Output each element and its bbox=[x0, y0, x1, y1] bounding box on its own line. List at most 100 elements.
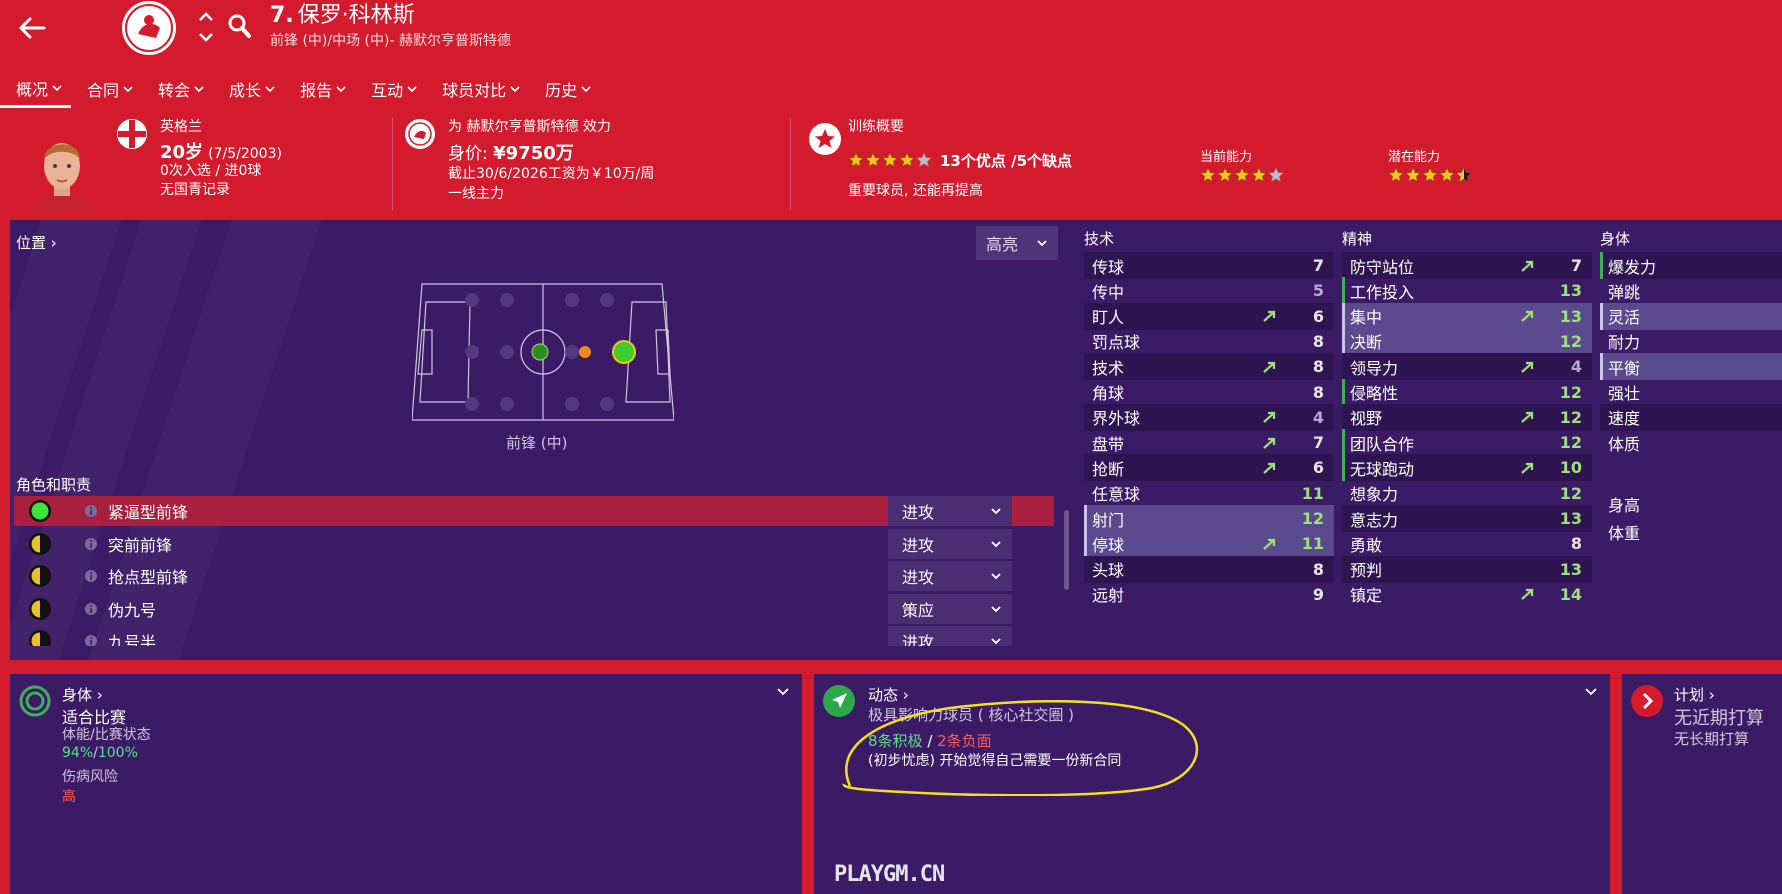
role-row[interactable]: 抢点型前锋 进攻 bbox=[14, 561, 1054, 591]
attribute-row[interactable]: 防守站位 7 bbox=[1342, 252, 1592, 279]
duty-dropdown[interactable]: 进攻 bbox=[888, 528, 1012, 559]
tab-history[interactable]: 历史 bbox=[529, 70, 600, 108]
info-icon[interactable] bbox=[84, 504, 98, 518]
attribute-name: 灵活 bbox=[1608, 308, 1641, 328]
role-row[interactable]: 紧逼型前锋 进攻 bbox=[14, 496, 1054, 526]
attribute-row[interactable]: 任意球 11 bbox=[1084, 480, 1334, 507]
attribute-row[interactable]: 领导力 4 bbox=[1342, 353, 1592, 381]
attribute-row[interactable]: 抢断 6 bbox=[1084, 454, 1334, 482]
injury-risk-value: 高 bbox=[62, 789, 76, 805]
attribute-row[interactable]: 传中 5 bbox=[1084, 277, 1334, 304]
highlight-dropdown[interactable]: 高亮 bbox=[976, 226, 1058, 260]
attribute-row[interactable]: 镇定 14 bbox=[1342, 581, 1592, 608]
tab-reports[interactable]: 报告 bbox=[284, 70, 355, 108]
injury-risk-label: 伤病风险 bbox=[62, 769, 118, 785]
attribute-name: 工作投入 bbox=[1350, 282, 1415, 302]
attribute-row[interactable]: 盯人 6 bbox=[1084, 302, 1334, 330]
attribute-value: 4 bbox=[1570, 357, 1582, 377]
attribute-row[interactable]: 耐力 bbox=[1600, 328, 1782, 355]
divider bbox=[392, 118, 393, 210]
star-icon bbox=[1217, 167, 1233, 183]
nation-text: 英格兰 bbox=[160, 119, 202, 135]
attribute-row[interactable]: 停球 11 bbox=[1084, 530, 1334, 558]
training-stats-text: 13个优点 /5个缺点 bbox=[940, 152, 1073, 170]
chevron-down-icon[interactable] bbox=[1584, 684, 1598, 698]
info-icon[interactable] bbox=[84, 634, 98, 646]
attribute-row[interactable]: 团队合作 12 bbox=[1342, 429, 1592, 456]
attribute-row[interactable]: 侵略性 12 bbox=[1342, 379, 1592, 406]
info-icon[interactable] bbox=[84, 602, 98, 616]
attribute-row[interactable]: 传球 7 bbox=[1084, 252, 1334, 279]
attribute-row[interactable]: 工作投入 13 bbox=[1342, 277, 1592, 304]
attribute-value: 11 bbox=[1301, 534, 1324, 554]
attribute-name: 视野 bbox=[1350, 409, 1383, 429]
tab-interaction[interactable]: 互动 bbox=[355, 70, 426, 108]
attribute-name: 镇定 bbox=[1350, 586, 1383, 606]
attribute-row[interactable]: 灵活 bbox=[1600, 302, 1782, 330]
plans-long-term: 无长期打算 bbox=[1674, 730, 1750, 748]
tab-development[interactable]: 成长 bbox=[213, 70, 284, 108]
role-row[interactable]: 突前前锋 进攻 bbox=[14, 528, 1054, 559]
attribute-row[interactable]: 头球 8 bbox=[1084, 555, 1334, 583]
attribute-row[interactable]: 决断 12 bbox=[1342, 327, 1592, 355]
search-icon[interactable] bbox=[226, 12, 252, 40]
attribute-row[interactable]: 远射 9 bbox=[1084, 581, 1334, 608]
tab-bar: 概况 合同 转会 成长 报告 互动 球员对比 历史 bbox=[0, 70, 600, 108]
info-icon[interactable] bbox=[84, 537, 98, 551]
chevron-down-icon[interactable] bbox=[776, 684, 790, 698]
attribute-row[interactable]: 视野 12 bbox=[1342, 403, 1592, 431]
attribute-row[interactable]: 强壮 bbox=[1600, 379, 1782, 406]
attribute-row[interactable]: 体质 bbox=[1600, 429, 1782, 456]
attribute-value: 12 bbox=[1559, 483, 1582, 503]
duty-dropdown[interactable]: 进攻 bbox=[888, 561, 1012, 591]
pitch-diagram bbox=[412, 282, 674, 422]
position-header[interactable]: 位置 › bbox=[16, 232, 57, 253]
attribute-row[interactable]: 想象力 12 bbox=[1342, 480, 1592, 507]
attribute-row[interactable]: 无球跑动 10 bbox=[1342, 454, 1592, 482]
attribute-value: 8 bbox=[1312, 331, 1324, 351]
attribute-row[interactable]: 集中 13 bbox=[1342, 302, 1592, 330]
tab-contract[interactable]: 合同 bbox=[71, 70, 142, 108]
attribute-row[interactable]: 预判 13 bbox=[1342, 555, 1592, 583]
attribute-row[interactable]: 勇敢 8 bbox=[1342, 530, 1592, 557]
attribute-row[interactable]: 爆发力 bbox=[1600, 252, 1782, 279]
tab-overview[interactable]: 概况 bbox=[0, 70, 72, 108]
attribute-value: 5 bbox=[1312, 281, 1324, 301]
attribute-row[interactable]: 弹跳 bbox=[1600, 277, 1782, 304]
role-suitability-icon bbox=[29, 500, 51, 522]
attribute-row[interactable]: 技术 8 bbox=[1084, 353, 1334, 381]
attribute-name: 射门 bbox=[1092, 510, 1125, 530]
attribute-name: 预判 bbox=[1350, 561, 1383, 581]
contract-text: 截止30/6/2026工资为￥10万/周 bbox=[448, 166, 655, 182]
attribute-value: 10 bbox=[1559, 458, 1582, 478]
fitness-title[interactable]: 身体 › bbox=[62, 684, 103, 705]
attribute-row[interactable]: 平衡 bbox=[1600, 353, 1782, 381]
attribute-row[interactable]: 界外球 4 bbox=[1084, 403, 1334, 431]
back-arrow-icon[interactable] bbox=[14, 10, 50, 46]
tab-compare[interactable]: 球员对比 bbox=[426, 70, 529, 108]
role-row[interactable]: 伪九号 策应 bbox=[14, 593, 1054, 624]
attribute-row[interactable]: 速度 bbox=[1600, 403, 1782, 431]
attribute-row[interactable]: 射门 12 bbox=[1084, 505, 1334, 532]
club-crest-icon[interactable] bbox=[120, 0, 178, 56]
roles-scrollbar[interactable] bbox=[1064, 510, 1069, 590]
attribute-name: 领导力 bbox=[1350, 358, 1399, 378]
player-number: 7. bbox=[270, 3, 294, 28]
training-note-text: 重要球员, 还能再提高 bbox=[848, 183, 983, 199]
attribute-row[interactable]: 角球 8 bbox=[1084, 379, 1334, 406]
attribute-value: 6 bbox=[1312, 306, 1324, 326]
prev-next-player-icon[interactable] bbox=[196, 10, 216, 44]
info-icon[interactable] bbox=[84, 569, 98, 583]
attribute-row[interactable]: 意志力 13 bbox=[1342, 505, 1592, 532]
duty-dropdown[interactable]: 进攻 bbox=[888, 626, 1012, 646]
attribute-row[interactable]: 盘带 7 bbox=[1084, 429, 1334, 456]
attribute-row[interactable]: 罚点球 8 bbox=[1084, 328, 1334, 355]
role-row[interactable]: 九号半 进攻 bbox=[14, 626, 1054, 646]
plans-title[interactable]: 计划 › bbox=[1674, 684, 1715, 705]
tab-transfer[interactable]: 转会 bbox=[142, 70, 213, 108]
duty-dropdown[interactable]: 进攻 bbox=[888, 496, 1012, 526]
duty-dropdown[interactable]: 策应 bbox=[888, 593, 1012, 624]
attribute-name: 集中 bbox=[1350, 308, 1383, 328]
attribute-name: 盘带 bbox=[1092, 434, 1125, 454]
fitness-labels: 体能/比赛状态 bbox=[62, 727, 151, 743]
